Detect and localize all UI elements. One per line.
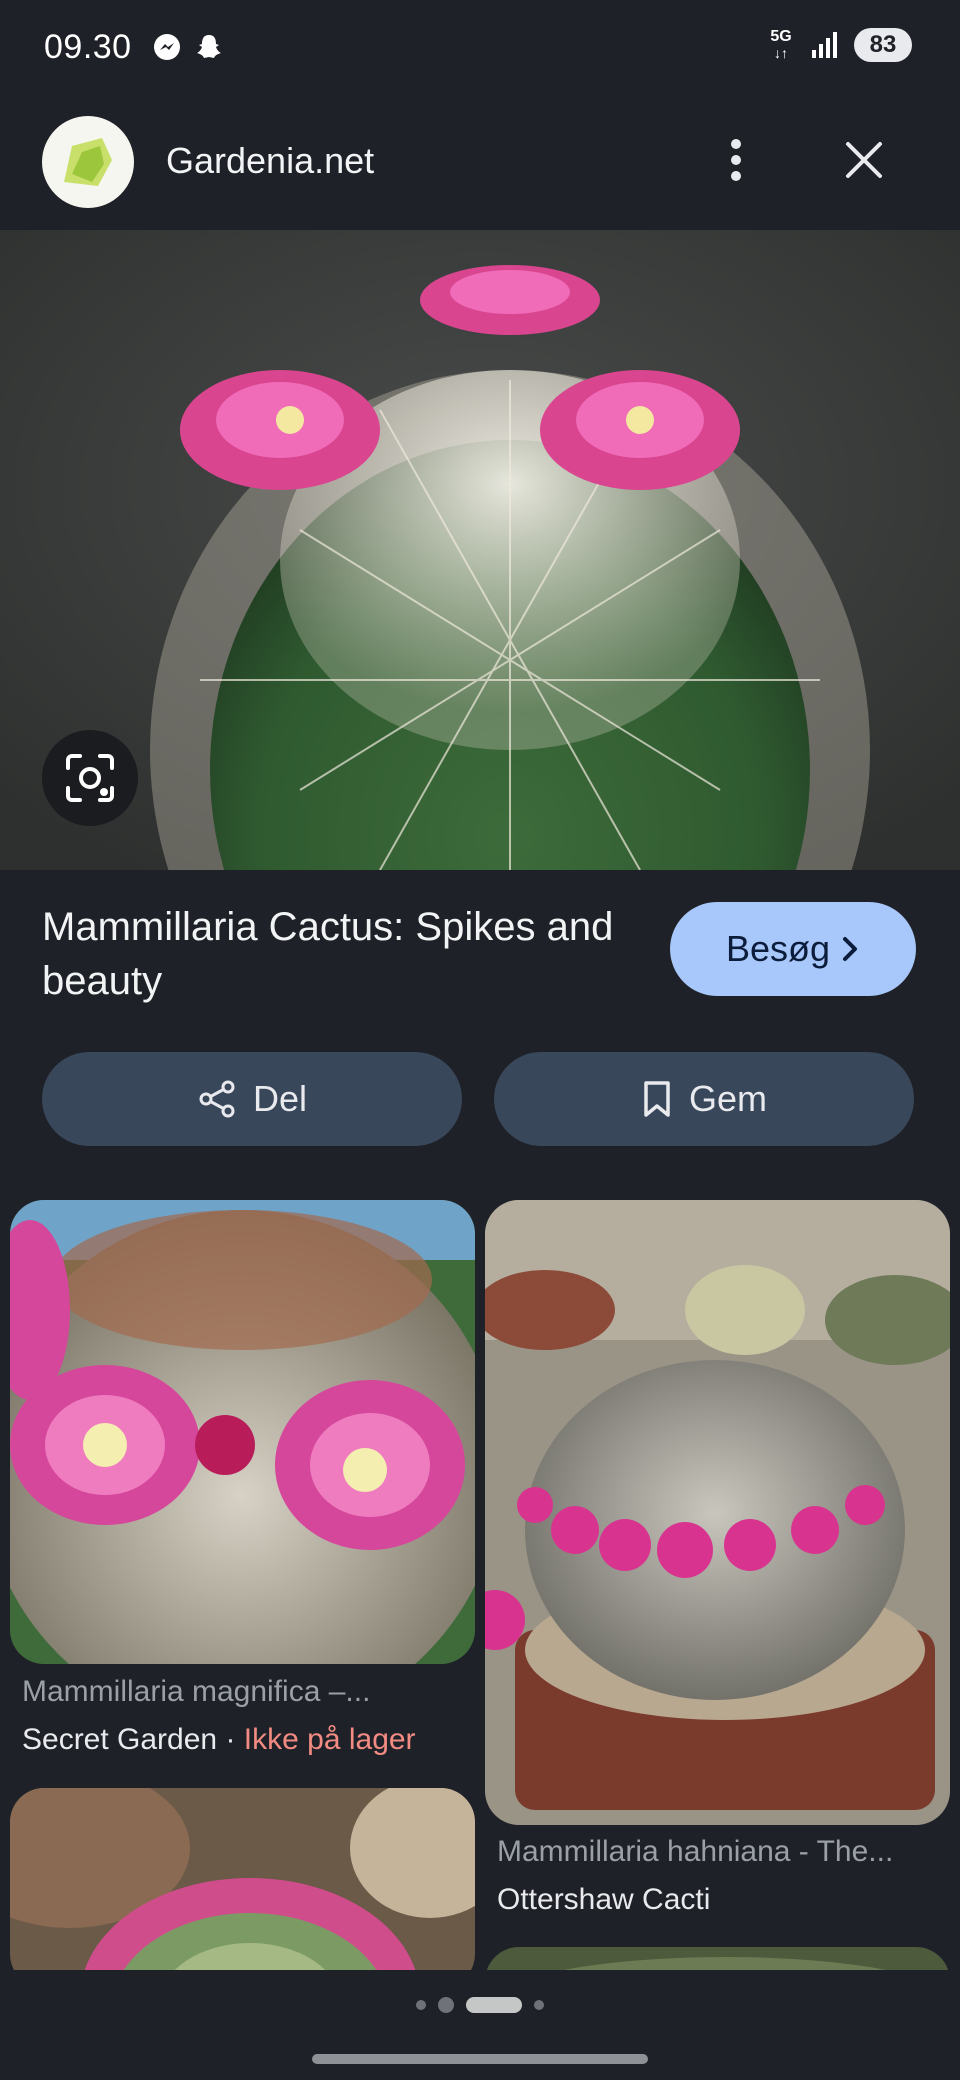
signal-icon: [812, 32, 837, 58]
share-button[interactable]: Del: [42, 1052, 462, 1146]
visit-label: Besøg: [725, 928, 831, 969]
save-button[interactable]: Gem: [494, 1052, 914, 1146]
result-title: Mammillaria Cactus: Spikes and beauty: [42, 905, 614, 1003]
related-image-2: [485, 1200, 950, 1825]
share-label: Del: [252, 1078, 308, 1119]
related-image-card[interactable]: [485, 1200, 950, 1825]
page-dot: [438, 1997, 454, 2013]
chevron-right-icon: [843, 937, 858, 961]
save-label: Gem: [688, 1078, 767, 1119]
snapchat-icon: [197, 35, 221, 58]
cactus-photo: [0, 230, 960, 870]
messenger-icon: [154, 34, 180, 60]
page-dot-active: [466, 1997, 522, 2013]
related-title[interactable]: Mammillaria hahniana - The...: [497, 1835, 947, 1869]
google-lens-icon: [66, 754, 114, 802]
close-button[interactable]: [834, 130, 894, 190]
site-name[interactable]: Gardenia.net: [166, 140, 374, 182]
source-name: Secret Garden: [22, 1723, 218, 1756]
share-icon: [199, 1080, 235, 1118]
bookmark-icon: [644, 1081, 670, 1117]
viewer-header: Gardenia.net: [0, 100, 960, 230]
page-indicator: [0, 1990, 960, 2020]
related-image-card[interactable]: [10, 1788, 475, 1988]
related-image-3: [10, 1788, 475, 1988]
page-dot: [534, 2000, 544, 2010]
stock-status: Ikke på lager: [243, 1723, 416, 1756]
close-icon: [846, 142, 882, 178]
related-title[interactable]: Mammillaria magnifica –...: [22, 1675, 452, 1709]
more-vert-icon: [731, 139, 741, 181]
home-indicator[interactable]: [312, 2054, 648, 2064]
related-source: Secret Garden · Ikke på lager: [22, 1723, 416, 1757]
page-dot: [416, 2000, 426, 2010]
network-indicator: 5G ↓↑: [770, 27, 792, 61]
related-source: Ottershaw Cacti: [497, 1883, 711, 1916]
battery-indicator: 83: [854, 28, 912, 62]
status-bar: 09.30 5G ↓↑ 83: [0, 0, 960, 100]
main-image[interactable]: [0, 230, 960, 870]
status-time: 09.30: [44, 28, 132, 66]
related-image-card[interactable]: [10, 1200, 475, 1664]
related-image-1: [10, 1200, 475, 1664]
google-lens-button[interactable]: [42, 730, 138, 826]
separator: ·: [217, 1723, 244, 1756]
more-options-button[interactable]: [706, 130, 766, 190]
site-logo-icon[interactable]: [42, 116, 134, 208]
visit-button[interactable]: Besøg: [670, 902, 916, 996]
